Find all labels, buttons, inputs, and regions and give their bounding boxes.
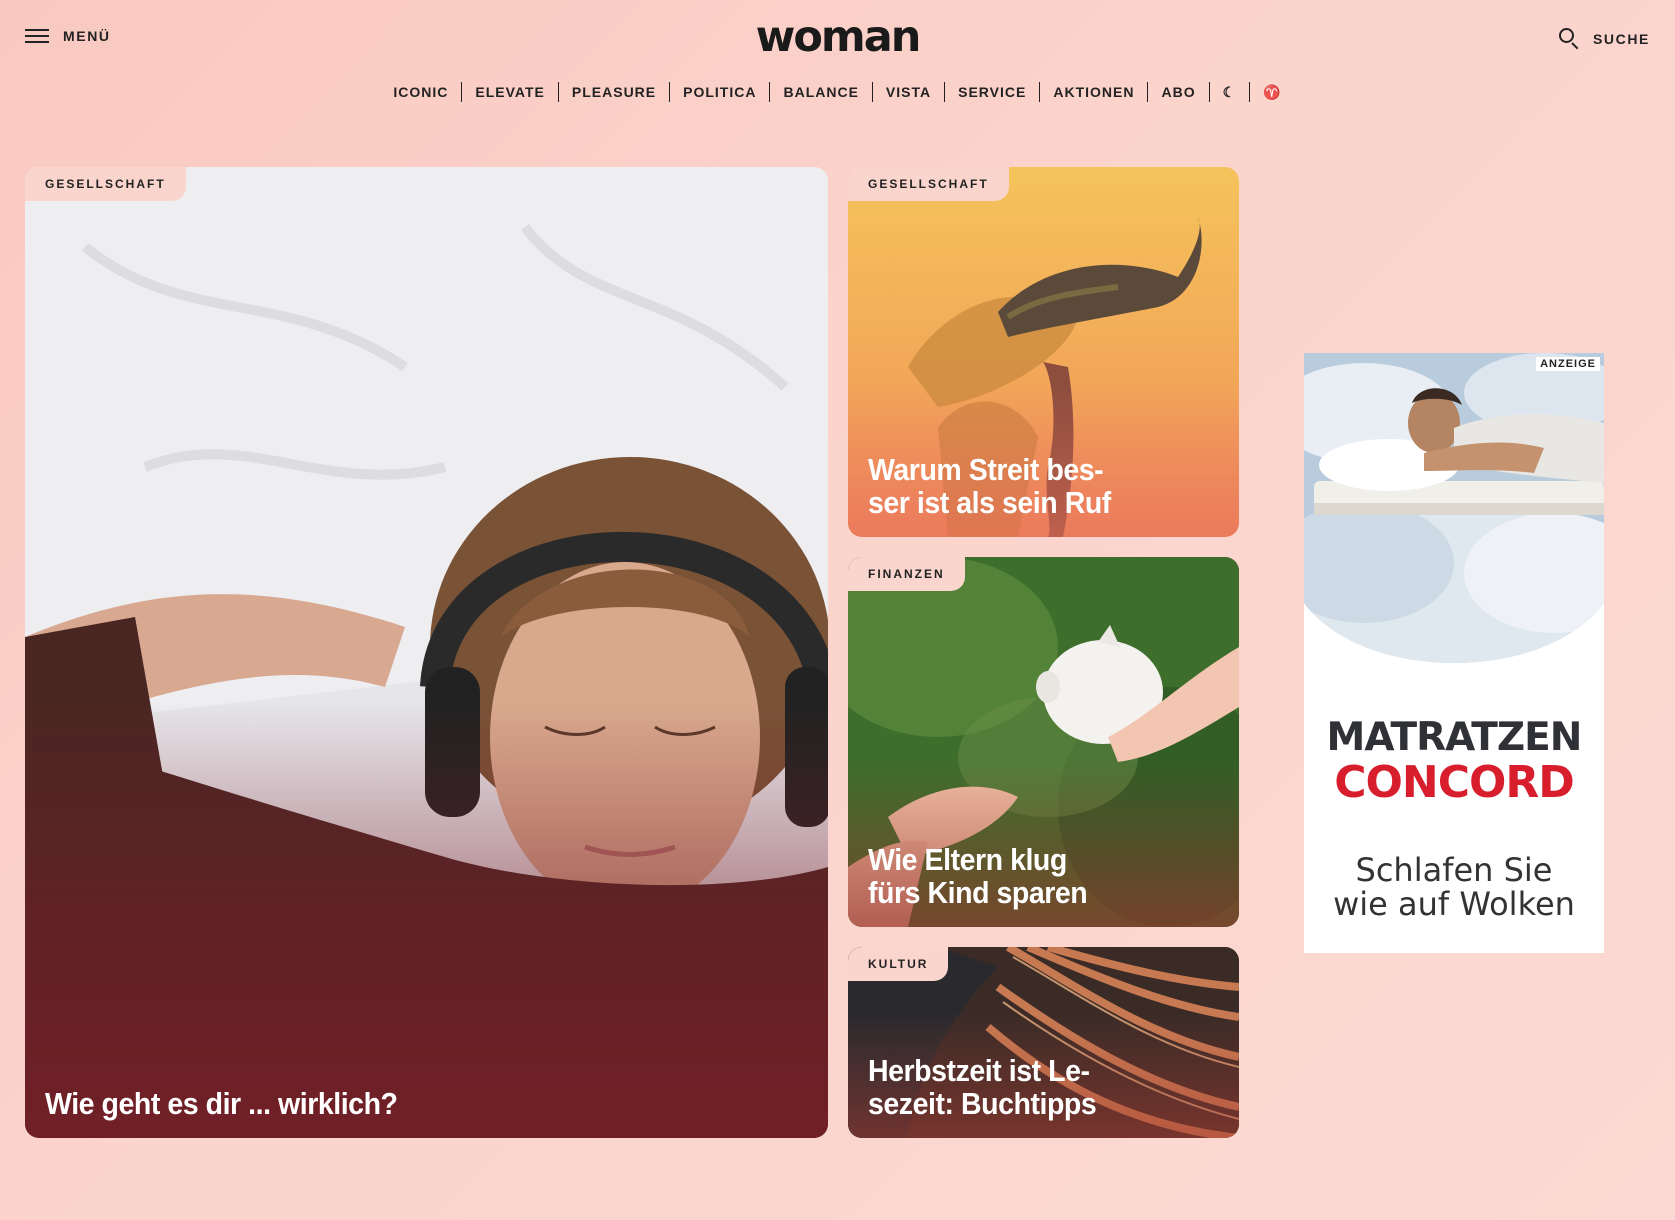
horoscope-aries-icon[interactable]: ♈ bbox=[1250, 82, 1294, 102]
category-badge[interactable]: GESELLSCHAFT bbox=[848, 167, 1009, 201]
nav-item-balance[interactable]: BALANCE bbox=[770, 82, 873, 102]
article-card-sparen[interactable]: FINANZEN Wie Eltern klug fürs Kind spare… bbox=[848, 557, 1239, 927]
article-card-buchtipps[interactable]: KULTUR Herbstzeit ist Le- sezeit: Buchti… bbox=[848, 947, 1239, 1138]
ad-brand-line-2: CONCORD bbox=[1334, 757, 1575, 808]
site-logo[interactable]: woman bbox=[0, 12, 1675, 62]
nav-item-abo[interactable]: ABO bbox=[1148, 82, 1210, 102]
dark-mode-moon-icon[interactable]: ☾ bbox=[1210, 82, 1251, 102]
headline-line-2: ser ist als sein Ruf bbox=[868, 485, 1111, 520]
category-badge[interactable]: KULTUR bbox=[848, 947, 949, 981]
ad-slogan: Schlafen Sie wie auf Wolken bbox=[1304, 853, 1604, 921]
advertisement-banner[interactable]: ANZEIGE MATRATZEN CONCORD Schlafen Sie w bbox=[1304, 353, 1604, 953]
headline-line-1: Wie Eltern klug bbox=[868, 842, 1067, 877]
image-gradient-overlay bbox=[25, 167, 828, 1138]
article-headline[interactable]: Herbstzeit ist Le- sezeit: Buchtipps bbox=[868, 1054, 1191, 1120]
ad-brand-line-1: MATRATZEN bbox=[1326, 715, 1583, 760]
category-badge[interactable]: FINANZEN bbox=[848, 557, 965, 591]
ad-label: ANZEIGE bbox=[1536, 357, 1600, 371]
article-headline[interactable]: Wie Eltern klug fürs Kind sparen bbox=[868, 843, 1191, 909]
nav-item-aktionen[interactable]: AKTIONEN bbox=[1040, 82, 1149, 102]
headline-line-2: sezeit: Buchtipps bbox=[868, 1086, 1097, 1121]
nav-item-pleasure[interactable]: PLEASURE bbox=[559, 82, 671, 102]
site-header: MENÜ woman SUCHE bbox=[0, 0, 1675, 80]
headline-line-2: fürs Kind sparen bbox=[868, 875, 1088, 910]
nav-item-vista[interactable]: VISTA bbox=[873, 82, 946, 102]
nav-item-iconic[interactable]: ICONIC bbox=[380, 82, 463, 102]
article-card-streit[interactable]: GESELLSCHAFT Warum Streit bes- ser ist a… bbox=[848, 167, 1239, 537]
search-button[interactable]: SUCHE bbox=[1558, 28, 1650, 50]
headline-line-1: Herbstzeit ist Le- bbox=[868, 1053, 1090, 1088]
search-label: SUCHE bbox=[1592, 31, 1650, 47]
nav-item-service[interactable]: SERVICE bbox=[945, 82, 1041, 102]
search-icon bbox=[1558, 28, 1581, 50]
ad-slogan-line-1: Schlafen Sie bbox=[1355, 851, 1553, 889]
nav-item-elevate[interactable]: ELEVATE bbox=[462, 82, 559, 102]
ad-slogan-line-2: wie auf Wolken bbox=[1333, 885, 1575, 923]
main-nav: ICONIC ELEVATE PLEASURE POLITICA BALANCE… bbox=[0, 82, 1675, 102]
category-badge[interactable]: GESELLSCHAFT bbox=[25, 167, 186, 201]
ad-image-man-on-cloud-mattress bbox=[1304, 353, 1604, 663]
headline-line-1: Warum Streit bes- bbox=[868, 452, 1104, 487]
article-headline[interactable]: Warum Streit bes- ser ist als sein Ruf bbox=[868, 453, 1191, 519]
nav-item-politica[interactable]: POLITICA bbox=[670, 82, 771, 102]
article-card-main[interactable]: GESELLSCHAFT Wie geht es dir ... wirklic… bbox=[25, 167, 828, 1138]
article-headline[interactable]: Wie geht es dir ... wirklich? bbox=[45, 1087, 747, 1120]
